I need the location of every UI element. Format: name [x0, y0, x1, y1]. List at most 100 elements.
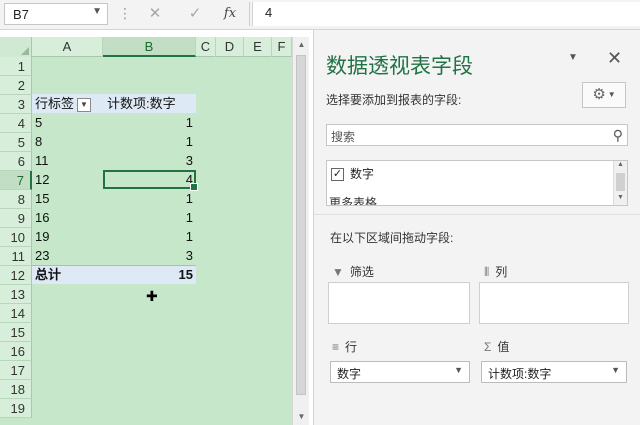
- pivot-row-count[interactable]: 1: [103, 208, 193, 227]
- row-header-selected[interactable]: 7: [0, 171, 32, 190]
- column-header-d[interactable]: D: [216, 37, 244, 57]
- filter-dropdown-icon[interactable]: ▼: [77, 97, 92, 112]
- pivot-grand-total-value[interactable]: 15: [103, 265, 193, 284]
- field-settings-button[interactable]: ⚙ ▼: [582, 82, 626, 108]
- values-area-header: Σ值: [484, 338, 509, 355]
- pivot-row-label[interactable]: 12: [35, 170, 49, 189]
- column-header-b[interactable]: B: [103, 37, 196, 57]
- vertical-scrollbar[interactable]: ▲ ▼: [292, 37, 309, 425]
- columns-drop-zone[interactable]: [479, 282, 629, 324]
- insert-function-icon[interactable]: fx: [219, 4, 241, 24]
- row-header[interactable]: 10: [0, 228, 32, 247]
- row-header[interactable]: 14: [0, 304, 32, 323]
- scroll-up-arrow-icon[interactable]: ▲: [293, 37, 310, 53]
- gear-icon: ⚙: [592, 86, 606, 103]
- formula-bar-grip-icon[interactable]: ⋮: [118, 5, 132, 22]
- row-header[interactable]: 19: [0, 399, 32, 418]
- formula-bar: B7 ▼ ⋮ ✕ ✓ fx 4: [0, 0, 640, 30]
- worksheet-grid[interactable]: A B C D E F 1 2 3 4 5 6 7 8 9 10 11 12 1…: [0, 37, 292, 425]
- pivot-row-label[interactable]: 11: [35, 151, 49, 170]
- chevron-down-icon[interactable]: ▼: [611, 365, 620, 375]
- row-header[interactable]: 4: [0, 114, 32, 133]
- filter-funnel-icon: ▼: [332, 265, 344, 279]
- chevron-down-icon: ▼: [607, 90, 616, 100]
- field-checkbox-checked-icon[interactable]: ✓: [331, 168, 344, 182]
- pivot-row-label[interactable]: 16: [35, 208, 49, 227]
- name-box[interactable]: B7 ▼: [4, 3, 108, 25]
- column-header-e[interactable]: E: [244, 37, 272, 57]
- rows-field-label: 数字: [337, 367, 362, 381]
- scroll-down-arrow-icon[interactable]: ▼: [293, 409, 310, 425]
- rows-icon: ≡: [332, 340, 340, 354]
- pivot-row-count[interactable]: 1: [103, 227, 193, 246]
- row-header[interactable]: 18: [0, 380, 32, 399]
- sigma-icon: Σ: [484, 340, 492, 354]
- pane-title: 数据透视表字段: [326, 54, 473, 78]
- more-tables-link[interactable]: 更多表格...: [329, 194, 387, 205]
- select-all-corner[interactable]: [0, 37, 32, 57]
- scroll-thumb[interactable]: [296, 55, 306, 395]
- pivot-row-label[interactable]: 23: [35, 246, 49, 265]
- columns-area-header: ⦀ 列: [484, 263, 507, 280]
- column-header-a[interactable]: A: [32, 37, 103, 57]
- search-icon[interactable]: ⚲: [613, 127, 623, 144]
- row-header[interactable]: 15: [0, 323, 32, 342]
- pivot-row-label-header[interactable]: 行标签 ▼: [35, 94, 92, 113]
- formula-divider: [249, 2, 250, 26]
- enter-icon[interactable]: ✓: [184, 4, 206, 24]
- pivot-value-header[interactable]: 计数项:数字: [107, 94, 176, 113]
- pivot-row-count[interactable]: 1: [103, 132, 193, 151]
- field-list-scroll-thumb[interactable]: [616, 173, 625, 191]
- field-search-input[interactable]: 搜索 ⚲: [326, 124, 628, 146]
- pivot-row-count[interactable]: 3: [103, 246, 193, 265]
- row-header[interactable]: 11: [0, 247, 32, 266]
- row-header[interactable]: 2: [0, 76, 32, 95]
- active-cell-b7[interactable]: [103, 170, 198, 191]
- formula-value: 4: [265, 5, 273, 20]
- chevron-down-icon[interactable]: ▼: [454, 365, 463, 375]
- row-header[interactable]: 9: [0, 209, 32, 228]
- row-header[interactable]: 5: [0, 133, 32, 152]
- pivot-row-label[interactable]: 15: [35, 189, 49, 208]
- values-area-label: 值: [497, 340, 510, 354]
- pivot-row-label[interactable]: 8: [35, 132, 42, 151]
- columns-area-label: 列: [495, 265, 508, 279]
- row-header[interactable]: 3: [0, 95, 32, 114]
- row-header[interactable]: 13: [0, 285, 32, 304]
- name-box-dropdown-icon[interactable]: ▼: [92, 6, 102, 17]
- columns-icon: ⦀: [484, 265, 490, 279]
- filter-drop-zone[interactable]: [328, 282, 470, 324]
- values-field-label: 计数项:数字: [488, 367, 552, 381]
- row-header[interactable]: 16: [0, 342, 32, 361]
- name-box-value: B7: [13, 7, 29, 22]
- scroll-down-arrow-icon[interactable]: ▼: [614, 194, 627, 201]
- column-header-c[interactable]: C: [196, 37, 216, 57]
- pivot-row-count[interactable]: 3: [103, 151, 193, 170]
- formula-input[interactable]: 4: [252, 2, 640, 26]
- row-header[interactable]: 1: [0, 57, 32, 76]
- pivot-fields-pane: 数据透视表字段 ▼ ✕ 选择要添加到报表的字段: ⚙ ▼ 搜索 ⚲ ✓ 数字 更多表…: [313, 30, 640, 425]
- pivot-row-label[interactable]: 5: [35, 113, 42, 132]
- row-header[interactable]: 17: [0, 361, 32, 380]
- pivot-row-count[interactable]: 1: [103, 113, 193, 132]
- pivot-grand-total-label[interactable]: 总计: [35, 265, 61, 284]
- pane-options-chevron-icon[interactable]: ▼: [568, 52, 578, 63]
- row-header[interactable]: 12: [0, 266, 32, 285]
- values-field-dropdown[interactable]: 计数项:数字 ▼: [481, 361, 627, 383]
- cell-cursor-icon: ✚: [146, 288, 158, 304]
- row-label-header-text: 行标签: [35, 96, 75, 111]
- filter-area-label: 筛选: [349, 265, 374, 279]
- cancel-icon[interactable]: ✕: [144, 4, 166, 24]
- close-icon[interactable]: ✕: [607, 48, 622, 69]
- scroll-up-arrow-icon[interactable]: ▲: [614, 161, 627, 168]
- column-header-f[interactable]: F: [272, 37, 292, 57]
- pivot-row-count[interactable]: 1: [103, 189, 193, 208]
- filter-area-header: ▼ 筛选: [332, 263, 374, 280]
- field-list-scrollbar[interactable]: ▲ ▼: [613, 161, 627, 205]
- rows-field-dropdown[interactable]: 数字 ▼: [330, 361, 470, 383]
- pivot-row-label[interactable]: 19: [35, 227, 49, 246]
- rows-area-header: ≡ 行: [332, 338, 357, 355]
- field-item-shuzi[interactable]: ✓ 数字: [331, 165, 374, 182]
- row-header[interactable]: 8: [0, 190, 32, 209]
- row-header[interactable]: 6: [0, 152, 32, 171]
